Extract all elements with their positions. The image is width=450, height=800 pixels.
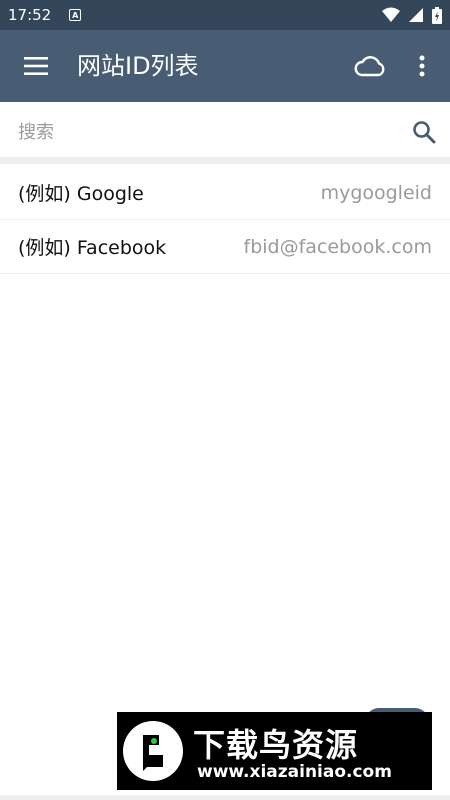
menu-icon	[24, 57, 48, 75]
site-id-list: (例如) Google mygoogleid (例如) Facebook fbi…	[0, 166, 450, 274]
page-title: 网站ID列表	[77, 52, 199, 80]
list-item[interactable]: (例如) Facebook fbid@facebook.com	[0, 220, 450, 274]
battery-icon	[432, 6, 442, 24]
site-id: fbid@facebook.com	[243, 235, 433, 258]
search-icon	[413, 121, 436, 144]
notification-indicator: A	[69, 9, 82, 21]
watermark-url: www.xiazainiao.com	[197, 762, 392, 782]
search-bar	[0, 106, 450, 158]
signal-icon	[409, 8, 423, 22]
cloud-sync-button[interactable]	[348, 44, 392, 88]
watermark-banner: 下载鸟资源 www.xiazainiao.com	[117, 712, 432, 790]
site-id: mygoogleid	[320, 181, 432, 204]
bottom-divider	[0, 795, 450, 800]
site-name: (例如) Google	[18, 183, 144, 205]
status-icons	[382, 6, 442, 24]
menu-button[interactable]	[14, 44, 58, 88]
search-input[interactable]	[18, 106, 398, 158]
list-item[interactable]: (例如) Google mygoogleid	[0, 166, 450, 220]
more-vert-icon	[419, 55, 425, 77]
watermark-logo	[123, 721, 183, 781]
app-bar: 网站ID列表	[0, 30, 450, 102]
site-name: (例如) Facebook	[18, 237, 167, 259]
wifi-icon	[382, 7, 400, 22]
watermark-title: 下载鸟资源	[193, 726, 359, 764]
more-options-button[interactable]	[404, 44, 440, 88]
bird-logo-icon	[143, 735, 163, 771]
status-bar: 17:52 A	[0, 0, 450, 30]
search-button[interactable]	[404, 114, 444, 150]
cloud-icon	[354, 56, 385, 77]
search-divider	[0, 158, 450, 164]
status-time: 17:52	[8, 6, 52, 24]
